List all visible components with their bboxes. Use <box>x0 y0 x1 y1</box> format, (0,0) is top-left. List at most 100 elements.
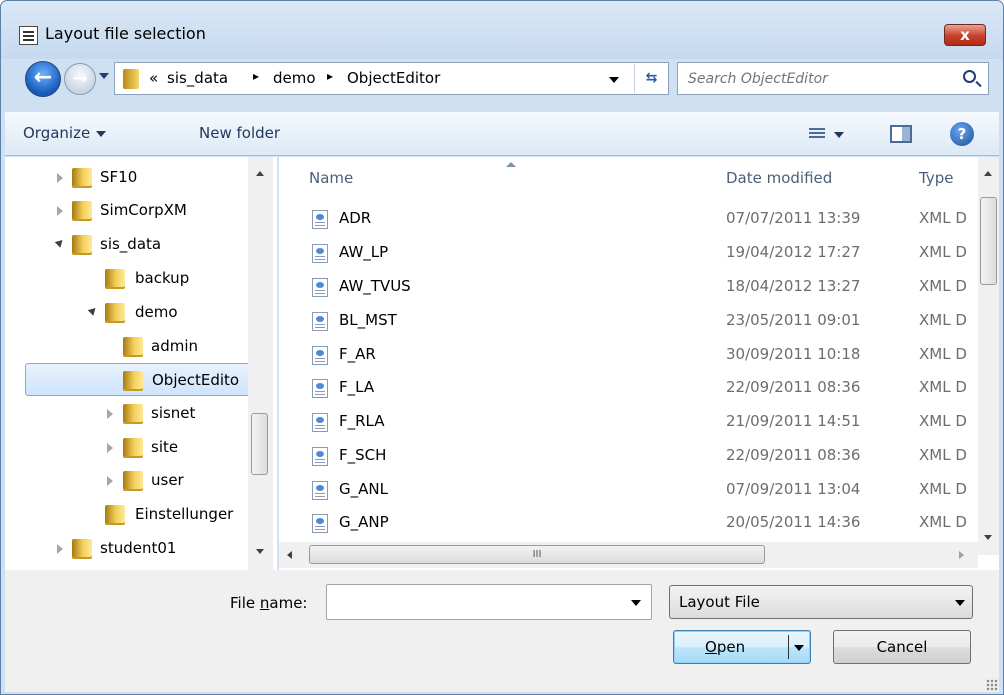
scroll-up-icon[interactable] <box>984 171 992 176</box>
collapse-arrow-icon[interactable] <box>87 305 99 316</box>
scroll-down-icon[interactable] <box>984 535 992 540</box>
file-row[interactable]: F_AR 30/09/2011 10:18 XML D <box>279 338 969 371</box>
file-name: F_AR <box>339 345 376 363</box>
file-date: 07/07/2011 13:39 <box>726 209 861 227</box>
file-type: XML D <box>919 209 967 227</box>
address-overflow[interactable]: « <box>149 69 158 87</box>
forward-button[interactable]: → <box>64 63 96 95</box>
tree-item-label: sisnet <box>151 404 196 422</box>
address-bar[interactable]: « sis_data ▸ demo ▸ ObjectEditor ⇆ <box>114 62 669 95</box>
split-divider <box>788 635 789 659</box>
tree-item-label: backup <box>135 269 190 287</box>
help-icon[interactable]: ? <box>950 122 974 146</box>
xml-file-icon <box>312 312 328 331</box>
search-input[interactable] <box>688 67 948 91</box>
folder-icon <box>123 471 143 491</box>
navigation-scrollbar[interactable] <box>248 157 273 570</box>
tree-item-label: user <box>151 471 184 489</box>
address-dropdown-icon[interactable] <box>609 77 619 83</box>
search-box[interactable] <box>677 62 989 95</box>
folder-icon <box>72 539 92 559</box>
file-date: 20/05/2011 14:36 <box>726 513 861 531</box>
scroll-thumb[interactable]: III <box>309 545 765 564</box>
expand-arrow-icon[interactable] <box>57 173 63 183</box>
folder-icon <box>105 269 125 289</box>
preview-pane-icon[interactable] <box>890 125 912 143</box>
file-row[interactable]: AW_TVUS 18/04/2012 13:27 XML D <box>279 270 969 303</box>
file-list-horizontal-scrollbar[interactable]: III <box>279 542 978 568</box>
recent-locations-dropdown[interactable] <box>99 73 109 79</box>
file-list-vertical-scrollbar[interactable] <box>978 157 999 555</box>
view-dropdown-icon[interactable] <box>834 132 844 138</box>
xml-file-icon <box>312 278 328 297</box>
breadcrumb-separator-icon[interactable]: ▸ <box>253 69 259 83</box>
file-name-combobox[interactable] <box>326 584 652 620</box>
file-row[interactable]: F_SCH 22/09/2011 08:36 XML D <box>279 439 969 472</box>
cancel-button[interactable]: Cancel <box>833 630 971 664</box>
chevron-down-icon[interactable] <box>955 600 965 606</box>
file-date: 21/09/2011 14:51 <box>726 412 861 430</box>
search-icon[interactable] <box>963 70 976 83</box>
back-button[interactable]: ← <box>25 61 61 97</box>
file-row[interactable]: ADR 07/07/2011 13:39 XML D <box>279 202 969 235</box>
scroll-thumb[interactable] <box>251 413 268 475</box>
expand-arrow-icon[interactable] <box>57 206 63 216</box>
sort-ascending-icon <box>506 162 516 167</box>
xml-file-icon <box>312 210 328 229</box>
file-name: F_LA <box>339 378 375 396</box>
tree-item-label: ObjectEdito <box>152 371 240 389</box>
title-bar[interactable]: Layout file selection x <box>1 1 1003 59</box>
expand-arrow-icon[interactable] <box>107 409 113 419</box>
tree-item-label: SF10 <box>100 168 138 186</box>
scroll-right-icon[interactable] <box>959 551 964 559</box>
file-type: XML D <box>919 311 967 329</box>
change-view-icon[interactable] <box>809 127 825 141</box>
file-date: 30/09/2011 10:18 <box>726 345 861 363</box>
file-name-input[interactable] <box>333 591 613 613</box>
navigation-pane[interactable]: SF10 SimCorpXM sis_data backup demo admi… <box>5 157 278 570</box>
file-name: AW_TVUS <box>339 277 411 295</box>
file-list[interactable]: Name Date modified Type ADR 07/07/2011 1… <box>279 157 999 570</box>
file-type-select[interactable]: Layout File <box>669 585 973 619</box>
tree-item-objecteditor[interactable]: ObjectEdito <box>25 363 251 396</box>
refresh-button[interactable]: ⇆ <box>634 64 668 93</box>
close-button[interactable]: x <box>944 24 986 46</box>
column-header-name[interactable]: Name <box>309 169 353 187</box>
breadcrumb-separator-icon[interactable]: ▸ <box>327 69 333 83</box>
new-folder-button[interactable]: New folder <box>199 124 280 142</box>
column-header-date-modified[interactable]: Date modified <box>726 169 832 187</box>
folder-icon <box>72 201 92 221</box>
expand-arrow-icon[interactable] <box>57 544 63 554</box>
breadcrumb-demo[interactable]: demo <box>273 69 316 87</box>
expand-arrow-icon[interactable] <box>107 443 113 453</box>
folder-icon <box>72 168 92 188</box>
file-type-value: Layout File <box>679 593 760 611</box>
file-type: XML D <box>919 345 967 363</box>
chevron-down-icon[interactable] <box>631 600 641 606</box>
breadcrumb-objecteditor[interactable]: ObjectEditor <box>347 69 440 87</box>
open-dropdown-icon[interactable] <box>794 645 804 651</box>
column-header-type[interactable]: Type <box>919 169 953 187</box>
file-row[interactable]: F_RLA 21/09/2011 14:51 XML D <box>279 405 969 438</box>
scroll-up-icon[interactable] <box>256 171 264 176</box>
collapse-arrow-icon[interactable] <box>54 237 66 248</box>
scroll-left-icon[interactable] <box>287 551 292 559</box>
open-button[interactable]: Open <box>673 630 811 664</box>
scroll-down-icon[interactable] <box>256 549 264 554</box>
organize-button[interactable]: Organize <box>23 124 107 142</box>
file-name: G_ANL <box>339 480 388 498</box>
resize-grip-icon[interactable] <box>986 679 998 691</box>
scroll-thumb[interactable] <box>980 197 997 285</box>
folder-icon <box>105 505 125 525</box>
window-icon <box>19 26 38 45</box>
file-type: XML D <box>919 446 967 464</box>
file-row[interactable]: G_ANP 20/05/2011 14:36 XML D <box>279 506 969 539</box>
expand-arrow-icon[interactable] <box>107 476 113 486</box>
file-row[interactable]: G_ANL 07/09/2011 13:04 XML D <box>279 473 969 506</box>
file-row[interactable]: AW_LP 19/04/2012 17:27 XML D <box>279 236 969 269</box>
breadcrumb-sis-data[interactable]: sis_data <box>167 69 228 87</box>
file-date: 07/09/2011 13:04 <box>726 480 861 498</box>
file-row[interactable]: F_LA 22/09/2011 08:36 XML D <box>279 371 969 404</box>
folder-icon <box>123 371 143 391</box>
file-row[interactable]: BL_MST 23/05/2011 09:01 XML D <box>279 304 969 337</box>
